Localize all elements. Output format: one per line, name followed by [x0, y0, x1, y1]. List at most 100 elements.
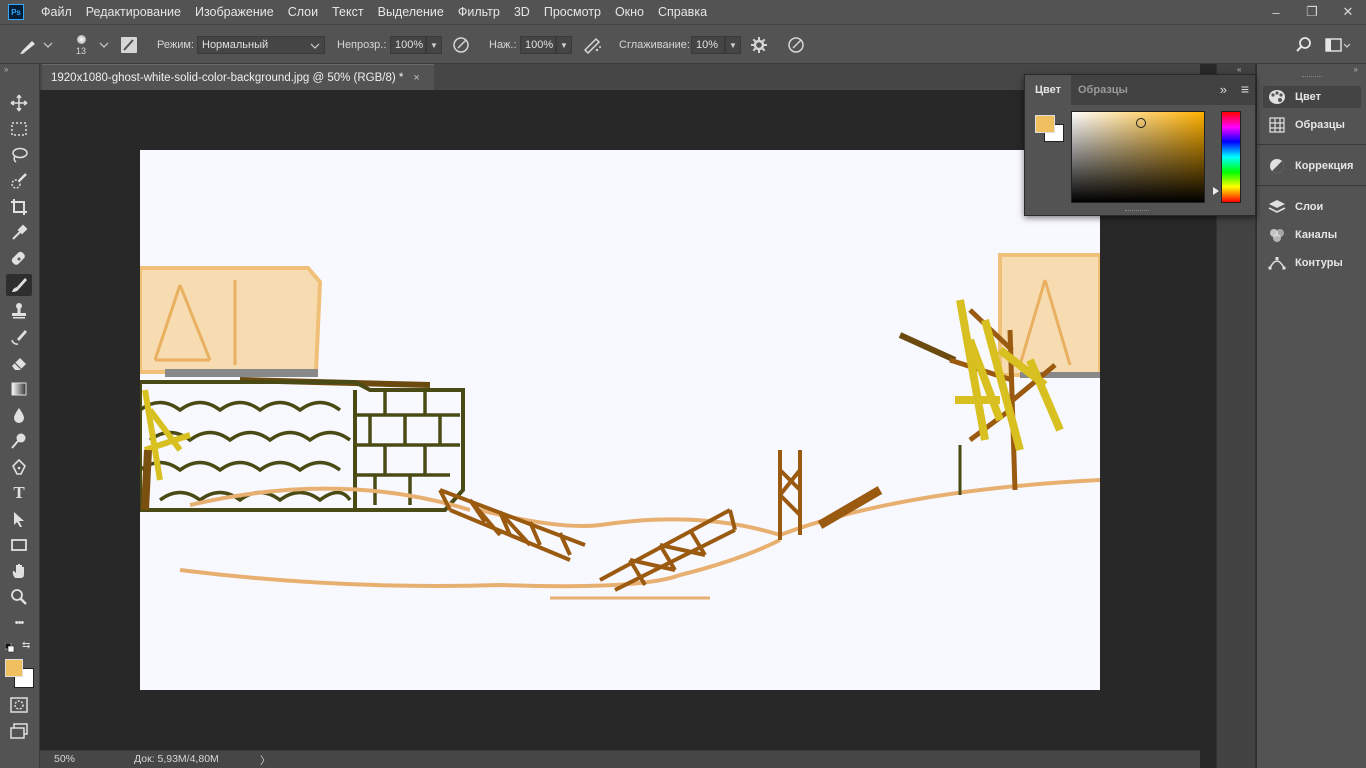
dock-item-adjustments[interactable]: Коррекция: [1263, 155, 1361, 177]
dock-item-swatches-label: Образцы: [1295, 119, 1345, 131]
menu-filter[interactable]: Фильтр: [451, 0, 507, 24]
history-brush-tool[interactable]: [6, 326, 32, 348]
type-tool[interactable]: T: [6, 482, 32, 504]
workspace-switcher[interactable]: [1325, 25, 1351, 65]
smoothing-options-button[interactable]: [750, 25, 768, 65]
dodge-tool[interactable]: [6, 430, 32, 452]
rectangle-tool[interactable]: [6, 534, 32, 556]
collapse-dock-icon[interactable]: »: [1354, 65, 1358, 74]
opacity-pressure-toggle[interactable]: [452, 25, 470, 65]
gear-icon: [751, 37, 767, 53]
dock-item-channels[interactable]: Каналы: [1263, 224, 1361, 246]
zoom-level[interactable]: 50%: [54, 753, 75, 765]
panel-resize-grip[interactable]: [1125, 210, 1149, 212]
restore-button[interactable]: ❐: [1294, 0, 1330, 24]
collapse-toolbar-icon[interactable]: »: [4, 65, 8, 74]
search-button[interactable]: [1295, 25, 1313, 65]
color-picker-ring[interactable]: [1136, 118, 1146, 128]
close-button[interactable]: ✕: [1330, 0, 1366, 24]
hand-tool[interactable]: [6, 560, 32, 582]
menu-image[interactable]: Изображение: [188, 0, 281, 24]
pen-icon: [12, 458, 26, 475]
tab-swatches[interactable]: Образцы: [1068, 75, 1138, 105]
brush-tool[interactable]: [6, 274, 32, 296]
options-bar: 13 Режим: Нормальный Непрозр.: 100% ▼ На…: [0, 24, 1366, 64]
foreground-color-swatch[interactable]: [5, 659, 23, 677]
brush-size-picker[interactable]: 13: [76, 25, 86, 65]
eraser-tool[interactable]: [6, 352, 32, 374]
menu-view[interactable]: Просмотр: [537, 0, 608, 24]
hue-slider-handle[interactable]: [1213, 187, 1219, 195]
menu-edit[interactable]: Редактирование: [79, 0, 188, 24]
pressure-size-icon: [788, 37, 804, 53]
palette-icon: [1269, 90, 1285, 104]
menu-help[interactable]: Справка: [651, 0, 714, 24]
dock-item-paths[interactable]: Контуры: [1263, 252, 1361, 274]
brush-tool-icon: [20, 41, 53, 54]
dock-item-layers[interactable]: Слои: [1263, 196, 1361, 218]
opacity-slider-toggle[interactable]: ▼: [426, 36, 442, 54]
airbrush-icon: [583, 37, 601, 54]
zoom-tool[interactable]: [6, 586, 32, 608]
blur-tool[interactable]: [6, 404, 32, 426]
close-document-icon[interactable]: ×: [413, 72, 419, 84]
panel-foreground-swatch[interactable]: [1035, 115, 1055, 133]
opacity-value: 100%: [395, 39, 424, 51]
dock-item-color[interactable]: Цвет: [1263, 86, 1361, 108]
flow-slider-toggle[interactable]: ▼: [556, 36, 572, 54]
brush-size-dropdown[interactable]: [98, 25, 110, 65]
move-tool[interactable]: [6, 92, 32, 114]
gradient-tool[interactable]: [6, 378, 32, 400]
smoothing-input[interactable]: 10%: [691, 36, 725, 54]
edit-toolbar-button[interactable]: •••: [6, 612, 32, 634]
status-bar: 50% Док: 5,93M/4,80M 〉: [40, 750, 1200, 768]
brush-settings-toggle[interactable]: [120, 25, 138, 65]
healing-brush-tool[interactable]: [6, 248, 32, 270]
eyedropper-icon: [12, 224, 28, 240]
menu-window[interactable]: Окно: [608, 0, 651, 24]
crop-tool[interactable]: [6, 196, 32, 218]
opacity-input[interactable]: 100%: [390, 36, 426, 54]
tools-panel: » T ••• ⇆: [0, 64, 40, 768]
pen-tool[interactable]: [6, 456, 32, 478]
mode-select[interactable]: Нормальный: [197, 36, 325, 54]
quick-selection-tool[interactable]: [6, 170, 32, 192]
panel-menu-icon[interactable]: ≡: [1241, 81, 1249, 97]
smoothing-slider-toggle[interactable]: ▼: [725, 36, 741, 54]
lasso-tool[interactable]: [6, 144, 32, 166]
document-tab-title: 1920x1080-ghost-white-solid-color-backgr…: [51, 71, 404, 84]
menu-3d[interactable]: 3D: [507, 0, 537, 24]
swap-colors-icon[interactable]: ⇆: [22, 640, 30, 651]
minimize-button[interactable]: –: [1258, 0, 1294, 24]
size-pressure-toggle[interactable]: [787, 25, 805, 65]
brush-panel-icon: [121, 37, 137, 53]
hue-slider[interactable]: [1221, 111, 1241, 203]
menu-file[interactable]: Файл: [34, 0, 79, 24]
document-size-info: Док: 5,93M/4,80M: [134, 753, 219, 765]
flow-input[interactable]: 100%: [520, 36, 556, 54]
tab-color[interactable]: Цвет: [1025, 75, 1072, 105]
dock-item-swatches[interactable]: Образцы: [1263, 114, 1361, 136]
expand-panels-icon[interactable]: «: [1237, 65, 1241, 74]
status-menu-arrow-icon[interactable]: 〉: [260, 753, 271, 768]
quick-mask-button[interactable]: [6, 694, 32, 716]
menu-layers[interactable]: Слои: [281, 0, 325, 24]
collapse-panel-icon[interactable]: »: [1220, 82, 1227, 97]
airbrush-toggle[interactable]: [582, 25, 602, 65]
marquee-tool[interactable]: [6, 118, 32, 140]
brush-preset-picker[interactable]: [18, 25, 54, 65]
path-selection-tool[interactable]: [6, 508, 32, 530]
eyedropper-tool[interactable]: [6, 222, 32, 244]
dock-grip[interactable]: [1302, 76, 1322, 78]
menu-bar: Ps Файл Редактирование Изображение Слои …: [0, 0, 1366, 24]
screen-mode-button[interactable]: [6, 720, 32, 742]
color-panel-tabs: Цвет Образцы » ≡: [1025, 75, 1255, 105]
menu-type[interactable]: Текст: [325, 0, 370, 24]
document-canvas[interactable]: [140, 150, 1100, 690]
default-colors-icon[interactable]: [4, 642, 15, 656]
saturation-value-field[interactable]: [1071, 111, 1205, 203]
document-tab[interactable]: 1920x1080-ghost-white-solid-color-backgr…: [42, 64, 434, 90]
flow-label: Наж.:: [489, 39, 517, 51]
menu-select[interactable]: Выделение: [371, 0, 451, 24]
clone-stamp-tool[interactable]: [6, 300, 32, 322]
